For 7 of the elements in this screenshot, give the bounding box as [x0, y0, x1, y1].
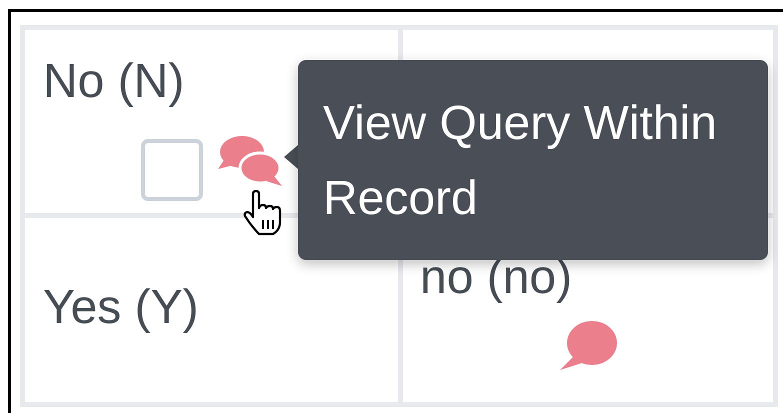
speech-bubble-icon[interactable]: [560, 320, 618, 370]
option-label: Yes (Y): [43, 280, 199, 335]
checkbox[interactable]: [141, 139, 203, 201]
option-label: No (N): [43, 54, 184, 109]
tooltip-pointer: [284, 145, 298, 169]
tooltip: View Query Within Record: [298, 60, 768, 260]
speech-bubbles-icon[interactable]: [218, 134, 284, 186]
